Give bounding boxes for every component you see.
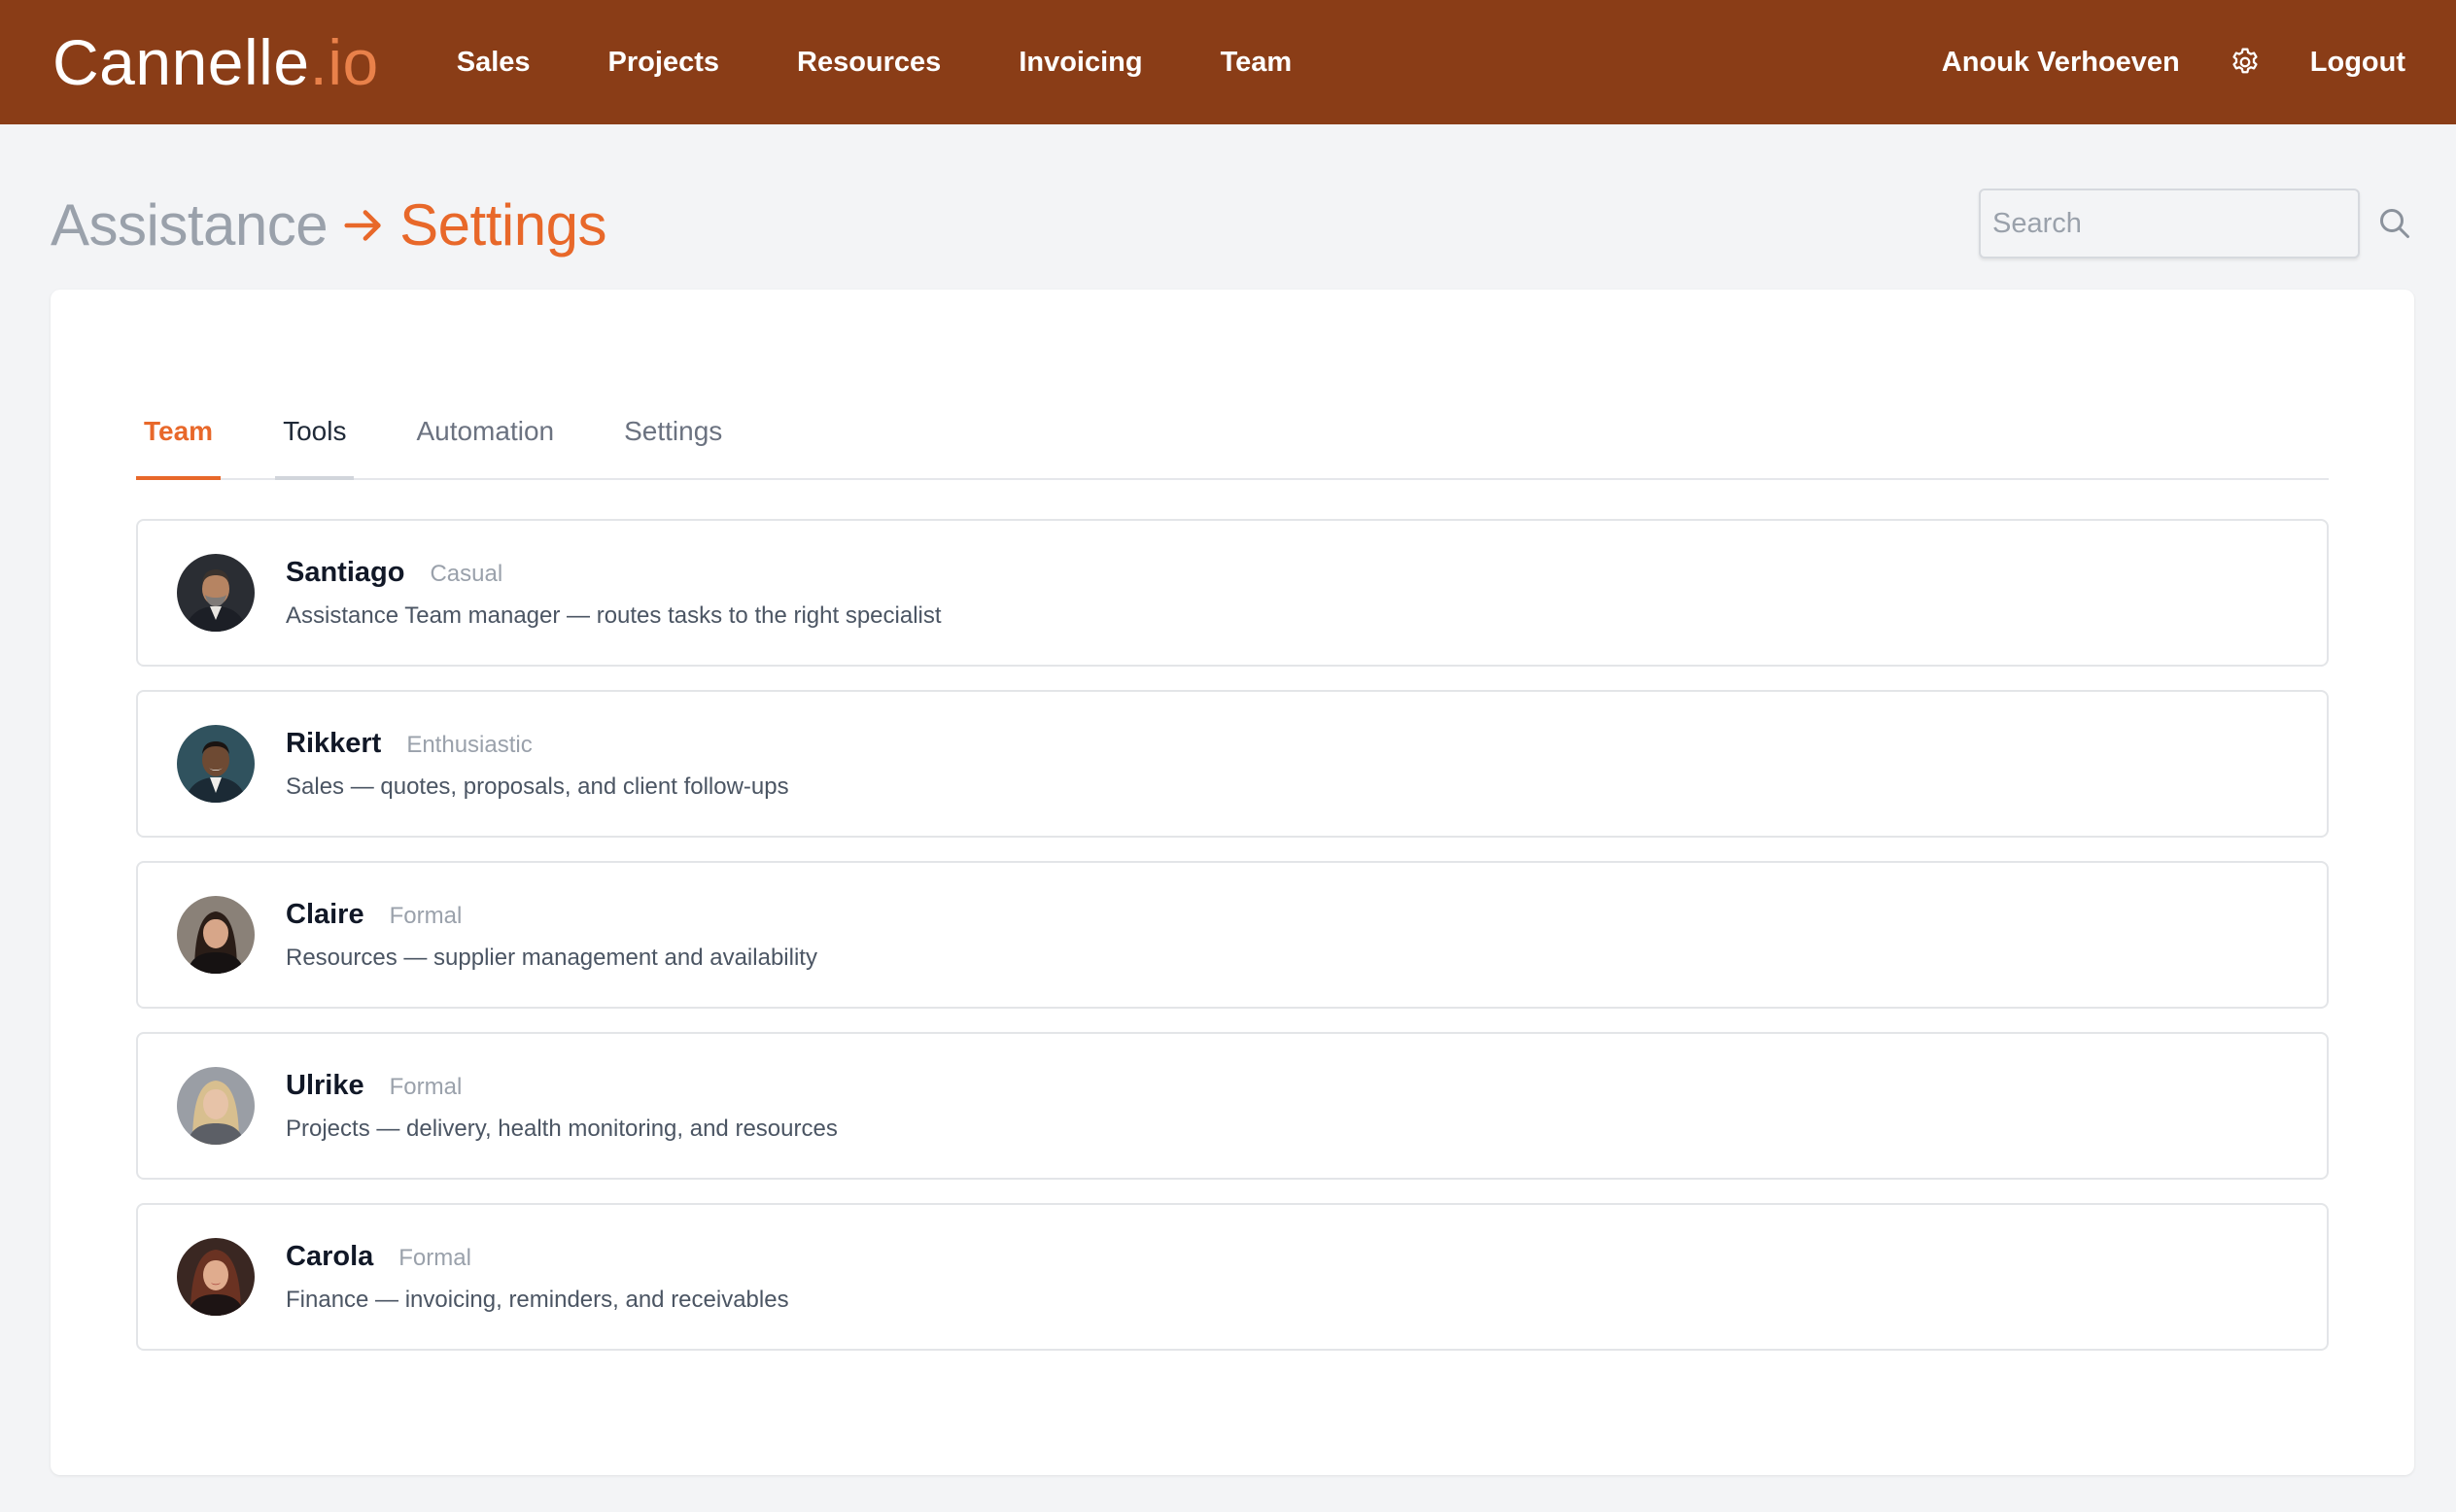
page-title: Settings xyxy=(399,192,606,258)
tab-team[interactable]: Team xyxy=(136,385,222,480)
list-item[interactable]: Claire Formal Resources — supplier manag… xyxy=(136,861,2329,1009)
search-area xyxy=(1979,189,2414,258)
member-name: Ulrike xyxy=(286,1069,364,1101)
member-tone: Enthusiastic xyxy=(406,731,533,758)
nav-projects[interactable]: Projects xyxy=(608,47,719,79)
brand-name: Cannelle xyxy=(52,26,310,98)
member-name: Santiago xyxy=(286,556,405,588)
tab-automation[interactable]: Automation xyxy=(408,385,562,478)
arrow-right-icon xyxy=(341,203,386,248)
member-description: Assistance Team manager — routes tasks t… xyxy=(286,601,942,629)
user-area: Anouk Verhoeven Logout xyxy=(1942,46,2405,79)
member-tone: Casual xyxy=(430,560,503,587)
member-description: Sales — quotes, proposals, and client fo… xyxy=(286,773,789,800)
logout-link[interactable]: Logout xyxy=(2310,47,2405,79)
member-header: Rikkert Enthusiastic xyxy=(286,728,789,760)
user-name[interactable]: Anouk Verhoeven xyxy=(1942,47,2180,79)
settings-card: Team Tools Automation Settings Santiago … xyxy=(51,290,2414,1475)
brand-logo[interactable]: Cannelle .io xyxy=(52,30,379,94)
avatar xyxy=(177,554,255,632)
tab-bar: Team Tools Automation Settings xyxy=(136,387,2329,480)
member-tone: Formal xyxy=(389,902,463,929)
brand-suffix: .io xyxy=(309,26,379,98)
nav-sales[interactable]: Sales xyxy=(457,47,531,79)
team-member-list: Santiago Casual Assistance Team manager … xyxy=(136,519,2329,1374)
nav-resources[interactable]: Resources xyxy=(797,47,941,79)
member-description: Finance — invoicing, reminders, and rece… xyxy=(286,1286,789,1313)
member-tone: Formal xyxy=(398,1244,471,1271)
search-input[interactable] xyxy=(1979,189,2360,258)
breadcrumb-parent[interactable]: Assistance xyxy=(51,190,329,260)
member-header: Santiago Casual xyxy=(286,557,942,589)
member-header: Ulrike Formal xyxy=(286,1070,838,1102)
member-tone: Formal xyxy=(389,1073,463,1100)
top-navigation-bar: Cannelle .io Sales Projects Resources Inv… xyxy=(0,0,2456,124)
member-description: Resources — supplier management and avai… xyxy=(286,944,817,971)
member-text: Santiago Casual Assistance Team manager … xyxy=(286,557,942,630)
gear-icon[interactable] xyxy=(2229,46,2262,79)
member-name: Rikkert xyxy=(286,727,382,759)
avatar xyxy=(177,725,255,803)
list-item[interactable]: Ulrike Formal Projects — delivery, healt… xyxy=(136,1032,2329,1180)
tab-settings[interactable]: Settings xyxy=(616,385,730,478)
list-item[interactable]: Rikkert Enthusiastic Sales — quotes, pro… xyxy=(136,690,2329,838)
breadcrumb: Assistance Settings xyxy=(51,190,606,260)
member-text: Ulrike Formal Projects — delivery, healt… xyxy=(286,1070,838,1143)
tab-tools[interactable]: Tools xyxy=(275,385,355,480)
member-header: Claire Formal xyxy=(286,899,817,931)
member-text: Carola Formal Finance — invoicing, remin… xyxy=(286,1241,789,1314)
member-text: Claire Formal Resources — supplier manag… xyxy=(286,899,817,972)
list-item[interactable]: Carola Formal Finance — invoicing, remin… xyxy=(136,1203,2329,1351)
avatar xyxy=(177,896,255,974)
member-name: Carola xyxy=(286,1240,374,1272)
member-text: Rikkert Enthusiastic Sales — quotes, pro… xyxy=(286,728,789,801)
avatar xyxy=(177,1238,255,1316)
main-nav: Sales Projects Resources Invoicing Team xyxy=(457,47,1369,79)
nav-invoicing[interactable]: Invoicing xyxy=(1019,47,1142,79)
avatar xyxy=(177,1067,255,1145)
search-icon[interactable] xyxy=(2375,204,2414,243)
list-item[interactable]: Santiago Casual Assistance Team manager … xyxy=(136,519,2329,667)
member-header: Carola Formal xyxy=(286,1241,789,1273)
nav-team[interactable]: Team xyxy=(1221,47,1293,79)
member-name: Claire xyxy=(286,898,364,930)
member-description: Projects — delivery, health monitoring, … xyxy=(286,1115,838,1142)
